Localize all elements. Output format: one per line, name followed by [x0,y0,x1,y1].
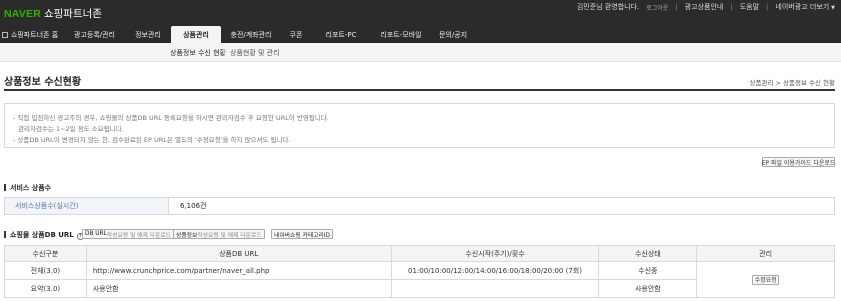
service-count-label: 서비스상품수(실시간) [5,198,169,214]
chevron-down-icon: ▼ [831,5,835,11]
naver-logo-text: NAVER [4,8,41,20]
cell-status: 사용안함 [598,279,698,298]
cell-manage: 수정요청 [696,261,835,298]
db-url-guide-button[interactable]: DB URL 작성요령 및 예제 다운로드 [82,229,174,239]
logout-link[interactable]: 로그아웃 [646,3,668,12]
service-name: 쇼핑파트너존 [43,8,102,20]
main-nav: 쇼핑파트너존 홈 광고등록/관리 정보관리 상품관리 충전/계좌관리 쿠폰 리포… [0,26,841,43]
cell-status: 수신중 [598,261,698,280]
nav-report-pc[interactable]: 리포트-PC [311,26,371,43]
cell-schedule [390,279,600,298]
notice-line: - 상품DB URL이 변경되지 않는 한, 검수완료된 EP URL은 별도의… [13,136,291,144]
help-link[interactable]: 도움말 [740,2,759,12]
naver-ads-more-label: 네이버광고 더보기 [775,3,830,11]
ad-products-link[interactable]: 광고상품안내 [685,2,724,12]
nav-product-management[interactable]: 상품관리 [171,26,221,43]
col-manage: 관리 [696,245,835,262]
title-rule [4,89,835,91]
sub-nav: 상품정보 수신 현황 상품현황 및 관리 [0,43,841,62]
table-row: 전체(3.0) http://www.crunchprice.com/partn… [4,261,835,298]
btn-bold: 상품정보 [176,232,198,239]
product-info-guide-button[interactable]: 상품정보 작성요령 및 예제 다운로드 [173,229,265,239]
category-id-button[interactable]: 네이버쇼핑 카테고리ID [271,229,334,239]
col-receive-type: 수신구분 [4,245,87,262]
cell-type: 요약(3.0) [4,279,87,298]
db-url-table: 수신구분 상품DB URL 수신시작(주기)/횟수 수신상태 관리 전체(3.0… [4,245,835,298]
notice-box: - 직접 입점하신 광고주의 경우, 쇼핑몰의 상품DB URL 등록요청을 하… [4,103,835,148]
divider: | [675,3,678,11]
btn-rest: 작성요령 및 예제 다운로드 [106,232,171,239]
section-bar [4,184,6,191]
breadcrumb: 상품관리 > 상품정보 수신 현황 [749,79,835,87]
btn-rest: 작성요령 및 예제 다운로드 [197,232,262,239]
guide-download-button[interactable]: EP 파일 이용가이드 다운로드 [762,157,835,167]
nav-report-mobile[interactable]: 리포트-모바일 [371,26,431,43]
divider: | [730,3,733,11]
nav-ad-management[interactable]: 광고등록/관리 [62,26,127,43]
top-links: 김민준님 환영합니다. 로그아웃 | 광고상품안내 | 도움말 | 네이버광고 … [577,2,835,12]
db-section-title: 쇼핑몰 상품DB URL? [4,230,84,240]
nav-coupon[interactable]: 쿠폰 [281,26,311,43]
top-bar: NAVER 쇼핑파트너존 김민준님 환영합니다. 로그아웃 | 광고상품안내 | … [0,0,841,26]
subnav-product-status[interactable]: 상품현황 및 관리 [230,48,280,58]
service-section-title: 서비스 상품수 [4,183,51,193]
nav-home[interactable]: 쇼핑파트너존 홈 [0,26,60,43]
cell-schedule: 01:00/10:00/12:00/14:00/16:00/18:00/20:0… [390,261,600,280]
notice-line: 관리자검수는 1~2일 정도 소요됩니다. [18,125,124,133]
section-bar [4,231,6,238]
service-count-table: 서비스상품수(실시간) 6,106건 [4,197,835,215]
nav-inquiry-notice[interactable]: 문의/공지 [431,26,475,43]
divider: | [766,3,769,11]
notice-line: - 직접 입점하신 광고주의 경우, 쇼핑몰의 상품DB URL 등록요청을 하… [13,114,329,122]
btn-bold: 네이버쇼핑 카테고리ID [274,232,331,239]
nav-charge-account[interactable]: 충전/계좌관리 [221,26,281,43]
logo[interactable]: NAVER 쇼핑파트너존 [4,6,102,21]
col-db-url: 상품DB URL [85,245,392,262]
db-section-label: 쇼핑몰 상품DB URL [10,231,74,239]
service-count-value: 6,106건 [180,202,207,210]
greeting-text: 김민준님 환영합니다. [576,3,640,11]
subnav-receive-status[interactable]: 상품정보 수신 현황 [170,48,226,58]
home-icon [1,31,8,38]
cell-url: 사용안함 [85,279,392,298]
divider [224,49,225,56]
cell-url: http://www.crunchprice.com/partner/naver… [85,261,392,280]
col-status: 수신상태 [598,245,698,262]
edit-request-button[interactable]: 수정요청 [752,274,780,285]
service-section-label: 서비스 상품수 [10,184,52,192]
cell-type: 전체(3.0) [4,261,87,280]
nav-home-label: 쇼핑파트너존 홈 [10,30,59,39]
naver-ads-more-link[interactable]: 네이버광고 더보기 ▼ [775,2,835,12]
table-header-row: 수신구분 상품DB URL 수신시작(주기)/횟수 수신상태 관리 [4,245,835,262]
btn-bold: DB URL [85,231,107,237]
nav-info-management[interactable]: 정보관리 [127,26,169,43]
col-schedule: 수신시작(주기)/횟수 [390,245,600,262]
page-title: 상품정보 수신현황 [4,77,82,88]
